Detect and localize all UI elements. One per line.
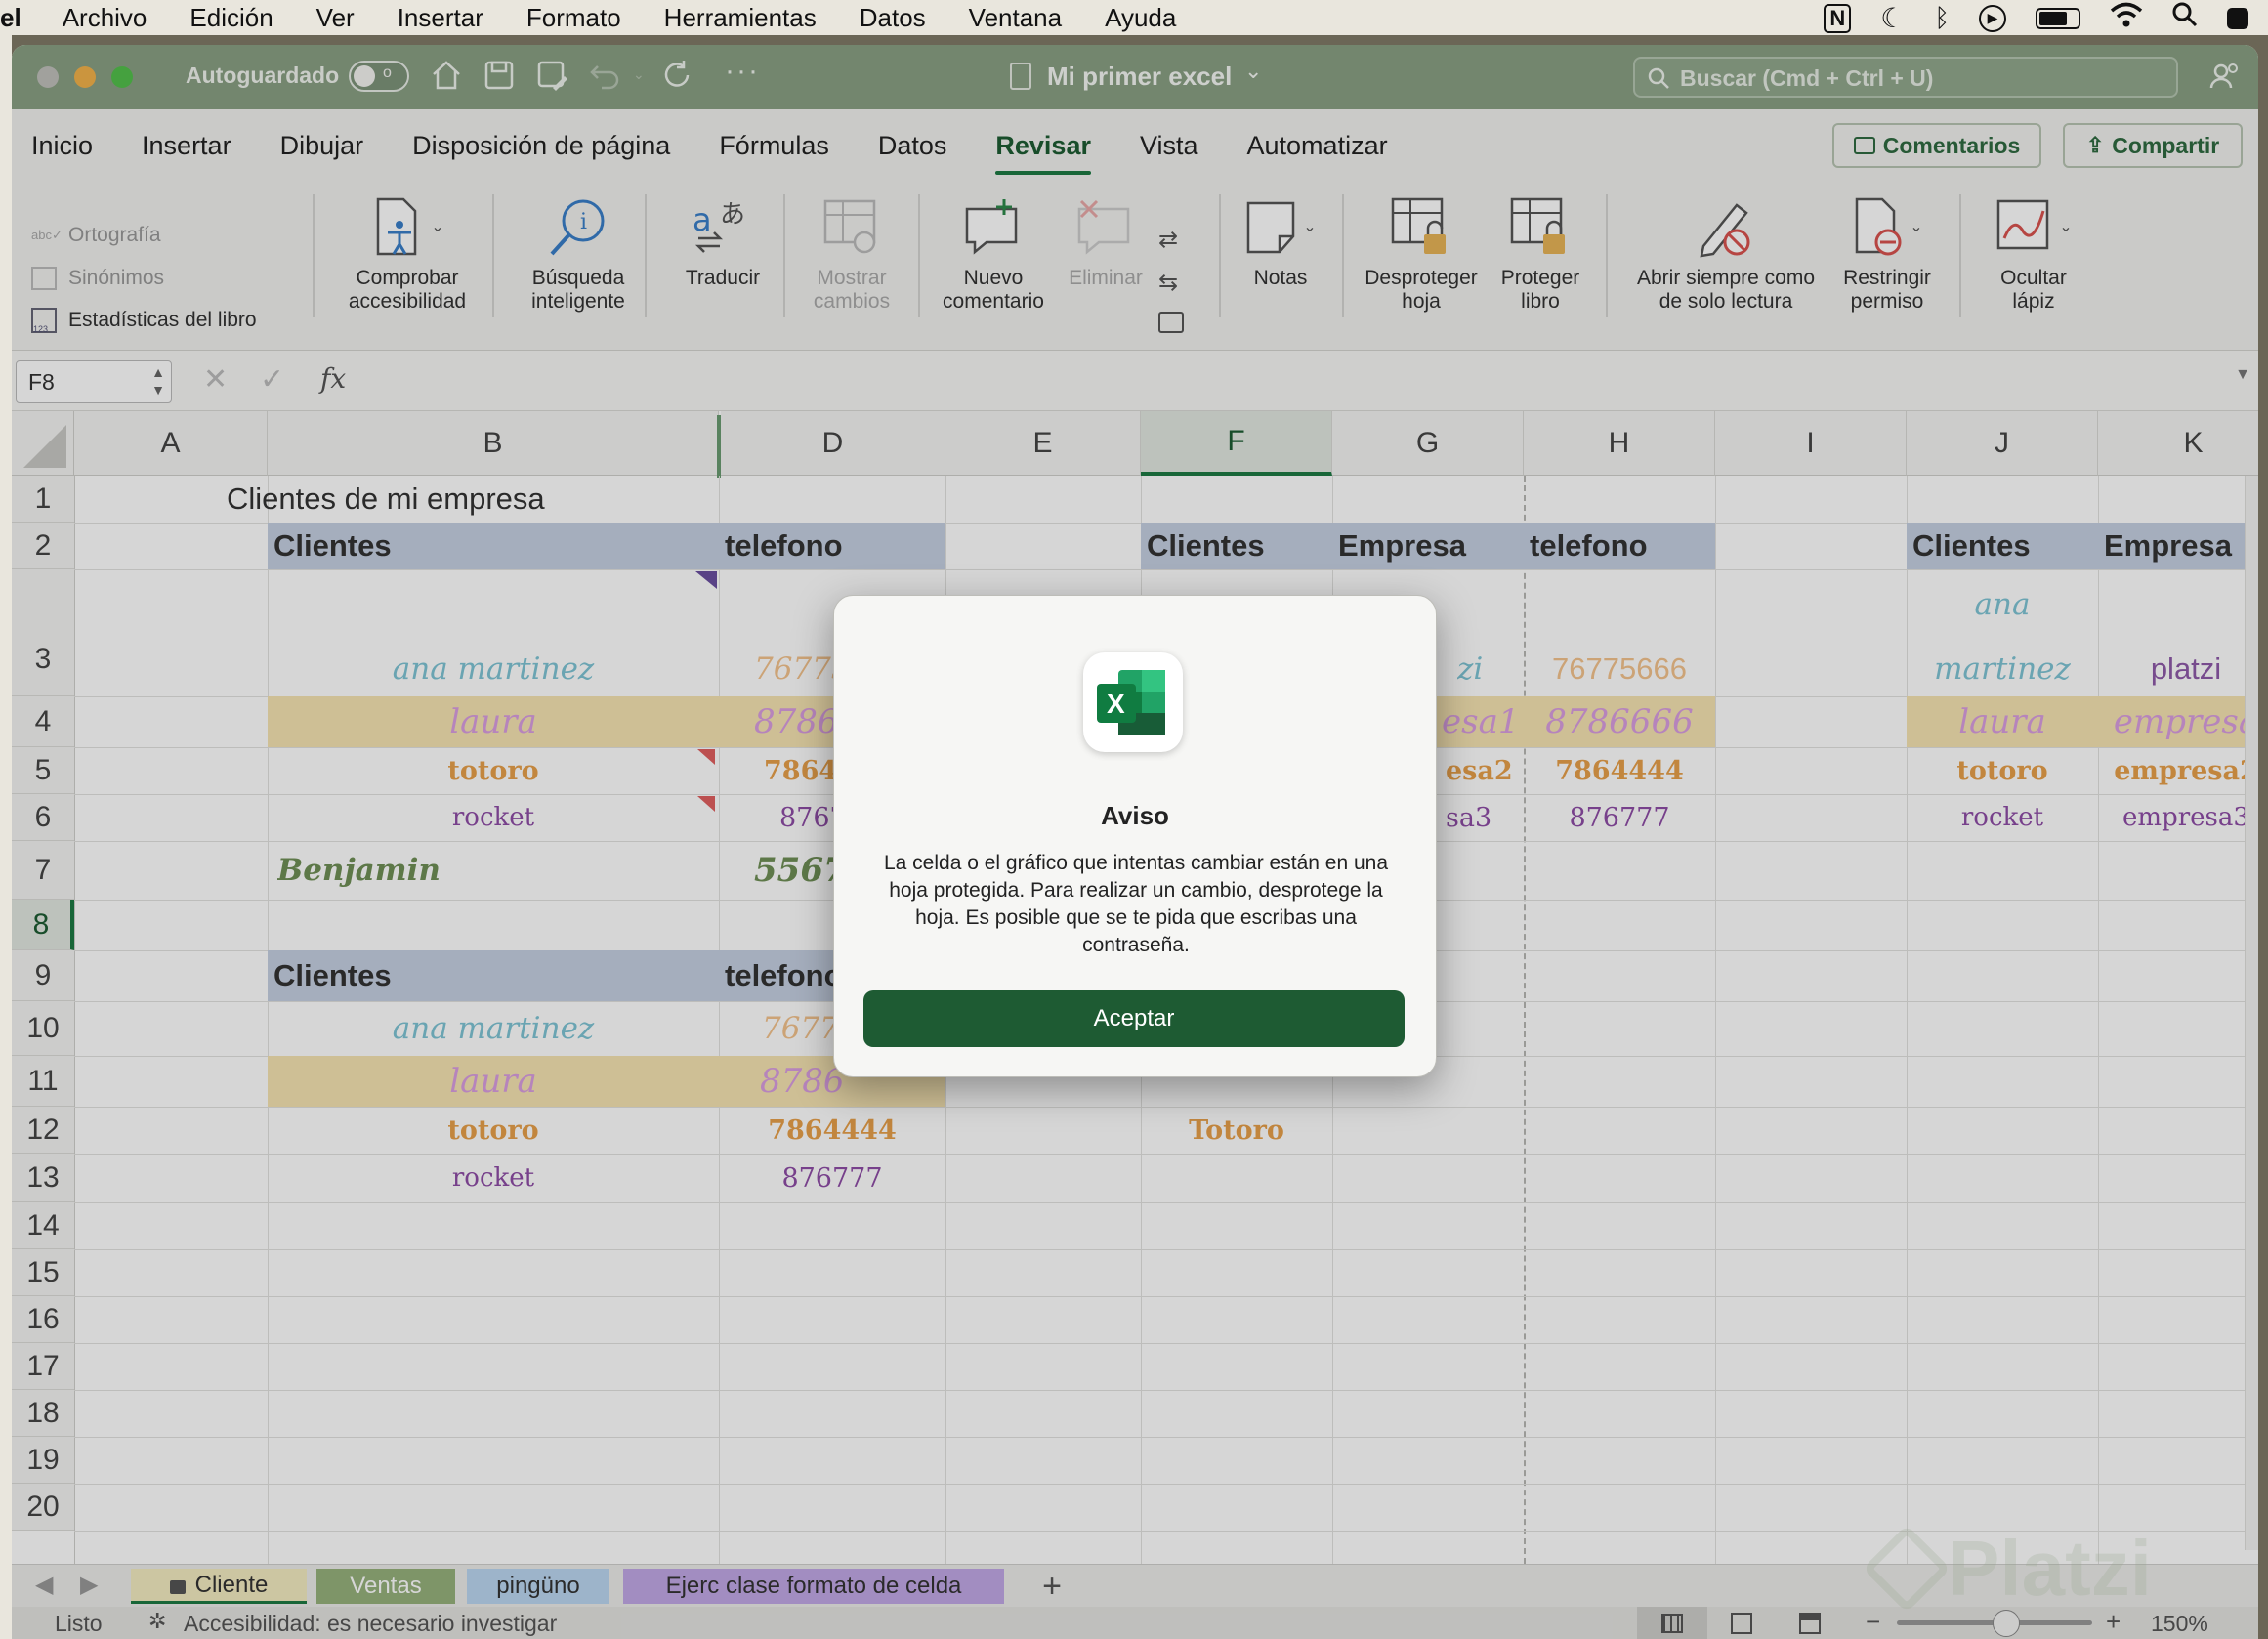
wifi-icon[interactable] <box>2110 2 2143 34</box>
platzi-watermark: Platzi <box>1862 1524 2152 1614</box>
control-center-icon[interactable] <box>2227 7 2248 29</box>
moon-icon[interactable]: ☾ <box>1880 2 1905 34</box>
menu-ayuda[interactable]: Ayuda <box>1105 3 1176 33</box>
menu-archivo[interactable]: Archivo <box>63 3 147 33</box>
menu-ver[interactable]: Ver <box>316 3 355 33</box>
macos-menubar: el Archivo Edición Ver Insertar Formato … <box>0 0 2268 35</box>
accept-button[interactable]: Aceptar <box>863 990 1405 1047</box>
alert-message: La celda o el gráfico que intentas cambi… <box>883 852 1388 956</box>
menu-insertar[interactable]: Insertar <box>398 3 483 33</box>
platzi-logo-icon <box>1862 1524 1952 1614</box>
bluetooth-icon[interactable]: ᛒ <box>1934 3 1950 33</box>
protected-sheet-alert: X Aviso La celda o el gráfico que intent… <box>833 595 1437 1077</box>
spotlight-search-icon[interactable] <box>2172 2 2198 34</box>
play-icon[interactable]: ▶ <box>1979 4 2006 32</box>
battery-icon[interactable] <box>2036 7 2080 29</box>
notion-icon[interactable]: N <box>1824 3 1852 33</box>
menu-datos[interactable]: Datos <box>860 3 926 33</box>
desktop-background <box>0 35 12 1639</box>
menu-ventana[interactable]: Ventana <box>969 3 1062 33</box>
excel-app-icon: X <box>1083 652 1183 752</box>
menu-herramientas[interactable]: Herramientas <box>664 3 817 33</box>
app-menu-fragment[interactable]: el <box>0 3 21 33</box>
alert-title: Aviso <box>1101 801 1169 830</box>
menu-formato[interactable]: Formato <box>526 3 621 33</box>
watermark-text: Platzi <box>1948 1525 2152 1612</box>
menu-edicion[interactable]: Edición <box>189 3 273 33</box>
svg-text:X: X <box>1107 689 1125 719</box>
